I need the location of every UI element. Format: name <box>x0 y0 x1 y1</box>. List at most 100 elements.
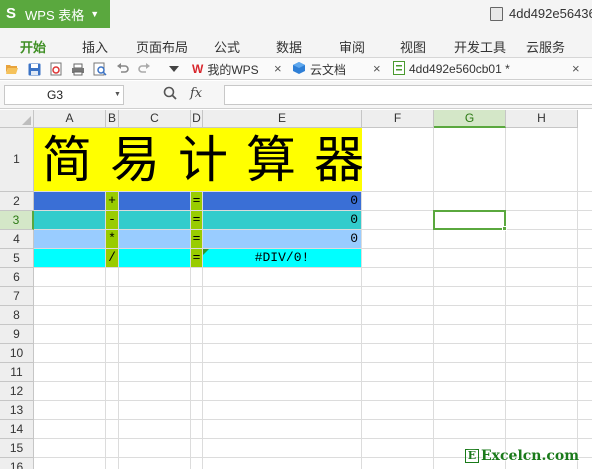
cloud-doc-icon <box>292 61 306 78</box>
result-cell[interactable]: 0 <box>203 211 361 229</box>
operand-b-cell[interactable] <box>119 249 190 267</box>
operand-a-cell[interactable] <box>34 192 105 210</box>
operand-b-cell[interactable] <box>119 211 190 229</box>
row-header-5[interactable]: 5 <box>0 249 34 268</box>
name-box[interactable]: G3 <box>4 85 124 105</box>
close-icon[interactable]: × <box>572 61 580 76</box>
gridline <box>34 381 592 382</box>
operand-a-cell[interactable] <box>34 230 105 248</box>
gridline <box>34 400 592 401</box>
active-cell-selection[interactable] <box>433 210 506 230</box>
tab-insert[interactable]: 插入 <box>82 37 108 56</box>
column-header-f[interactable]: F <box>362 110 434 128</box>
tab-home[interactable]: 开始 <box>20 37 46 56</box>
operand-b-cell[interactable] <box>119 230 190 248</box>
equals-sign[interactable]: = <box>191 249 202 267</box>
app-name: WPS 表格 <box>25 7 85 23</box>
operator-divide[interactable]: / <box>106 249 118 267</box>
row-header-8[interactable]: 8 <box>0 306 34 325</box>
row-header-6[interactable]: 6 <box>0 268 34 287</box>
gridline <box>34 305 592 306</box>
app-menu-button[interactable]: S WPS 表格 ▼ <box>0 0 110 28</box>
spreadsheet-grid[interactable]: A B C D E F G H 1 2 3 4 5 6 7 8 9 10 11 12 13 14 15 16 简易计算器 + = 0-… <box>0 110 592 469</box>
ribbon-tabs: 开始 插入 页面布局 公式 数据 审阅 视图 开发工具 云服务 <box>0 28 592 58</box>
close-icon[interactable]: × <box>274 61 282 76</box>
undo-icon[interactable] <box>114 61 130 77</box>
pdf-icon[interactable] <box>48 61 64 77</box>
watermark: E Excelcn.com <box>465 446 579 466</box>
operand-a-cell[interactable] <box>34 211 105 229</box>
row-header-9[interactable]: 9 <box>0 325 34 344</box>
row-header-13[interactable]: 13 <box>0 401 34 420</box>
wps-logo-icon: S <box>6 5 17 22</box>
row-header-4[interactable]: 4 <box>0 230 34 249</box>
operand-a-cell[interactable] <box>34 249 105 267</box>
watermark-text: Excelcn.com <box>481 448 580 464</box>
more-icon[interactable] <box>166 61 182 77</box>
formula-input[interactable] <box>224 85 592 105</box>
gridline <box>505 128 506 469</box>
tab-page-layout[interactable]: 页面布局 <box>136 37 188 56</box>
operator-multiply[interactable]: * <box>106 230 118 248</box>
row-header-3[interactable]: 3 <box>0 211 34 230</box>
result-cell[interactable]: 0 <box>203 192 361 210</box>
tab-view[interactable]: 视图 <box>400 37 426 56</box>
open-icon[interactable] <box>4 61 20 77</box>
row-header-2[interactable]: 2 <box>0 192 34 211</box>
equals-sign[interactable]: = <box>191 211 202 229</box>
equals-sign[interactable]: = <box>191 192 202 210</box>
column-header-h[interactable]: H <box>506 110 578 128</box>
select-all-corner[interactable] <box>0 110 34 128</box>
gridline <box>34 343 592 344</box>
fill-handle[interactable] <box>502 226 507 231</box>
print-preview-icon[interactable] <box>92 61 108 77</box>
fx-icon[interactable]: fx <box>190 86 202 101</box>
zoom-icon[interactable] <box>163 86 177 103</box>
tab-review[interactable]: 审阅 <box>339 37 365 56</box>
column-header-d[interactable]: D <box>191 110 203 128</box>
column-header-e[interactable]: E <box>203 110 362 128</box>
gridline <box>34 286 592 287</box>
sheet-doc-icon <box>393 60 405 78</box>
row-header-15[interactable]: 15 <box>0 439 34 458</box>
close-icon[interactable]: × <box>373 61 381 76</box>
tab-label: 我的WPS <box>207 62 259 77</box>
save-icon[interactable] <box>26 61 42 77</box>
tab-label: 4dd492e560cb01 * <box>409 62 510 76</box>
chevron-down-icon[interactable]: ▼ <box>114 91 121 98</box>
gridline <box>34 438 592 439</box>
tab-label: 云文档 <box>310 62 347 77</box>
row-header-7[interactable]: 7 <box>0 287 34 306</box>
tab-data[interactable]: 数据 <box>276 37 302 56</box>
result-error-cell[interactable]: #DIV/0! <box>203 249 361 267</box>
calculator-title[interactable]: 简易计算器 <box>34 128 362 191</box>
column-header-g[interactable]: G <box>434 110 506 128</box>
tab-my-wps[interactable]: W 我的WPS <box>192 60 259 78</box>
row-header-14[interactable]: 14 <box>0 420 34 439</box>
tab-formulas[interactable]: 公式 <box>214 37 240 56</box>
operator-plus[interactable]: + <box>106 192 118 210</box>
tab-active-workbook[interactable]: 4dd492e560cb01 * <box>393 60 510 78</box>
tab-developer[interactable]: 开发工具 <box>454 37 506 56</box>
row-header-11[interactable]: 11 <box>0 363 34 382</box>
column-header-c[interactable]: C <box>119 110 191 128</box>
print-icon[interactable] <box>70 61 86 77</box>
document-icon <box>490 7 503 21</box>
column-header-b[interactable]: B <box>106 110 119 128</box>
equals-sign[interactable]: = <box>191 230 202 248</box>
tab-cloud[interactable]: 云服务 <box>526 37 565 56</box>
wps-logo-icon: W <box>192 62 204 76</box>
operator-minus[interactable]: - <box>106 211 118 229</box>
gridline <box>34 419 592 420</box>
operand-b-cell[interactable] <box>119 192 190 210</box>
chevron-down-icon: ▼ <box>90 9 100 19</box>
gridline <box>34 324 592 325</box>
row-header-12[interactable]: 12 <box>0 382 34 401</box>
tab-cloud-docs[interactable]: 云文档 <box>292 60 346 78</box>
result-cell[interactable]: 0 <box>203 230 361 248</box>
row-header-1[interactable]: 1 <box>0 128 34 192</box>
redo-icon[interactable] <box>136 61 152 77</box>
column-header-a[interactable]: A <box>34 110 106 128</box>
row-header-16[interactable]: 16 <box>0 458 34 469</box>
row-header-10[interactable]: 10 <box>0 344 34 363</box>
